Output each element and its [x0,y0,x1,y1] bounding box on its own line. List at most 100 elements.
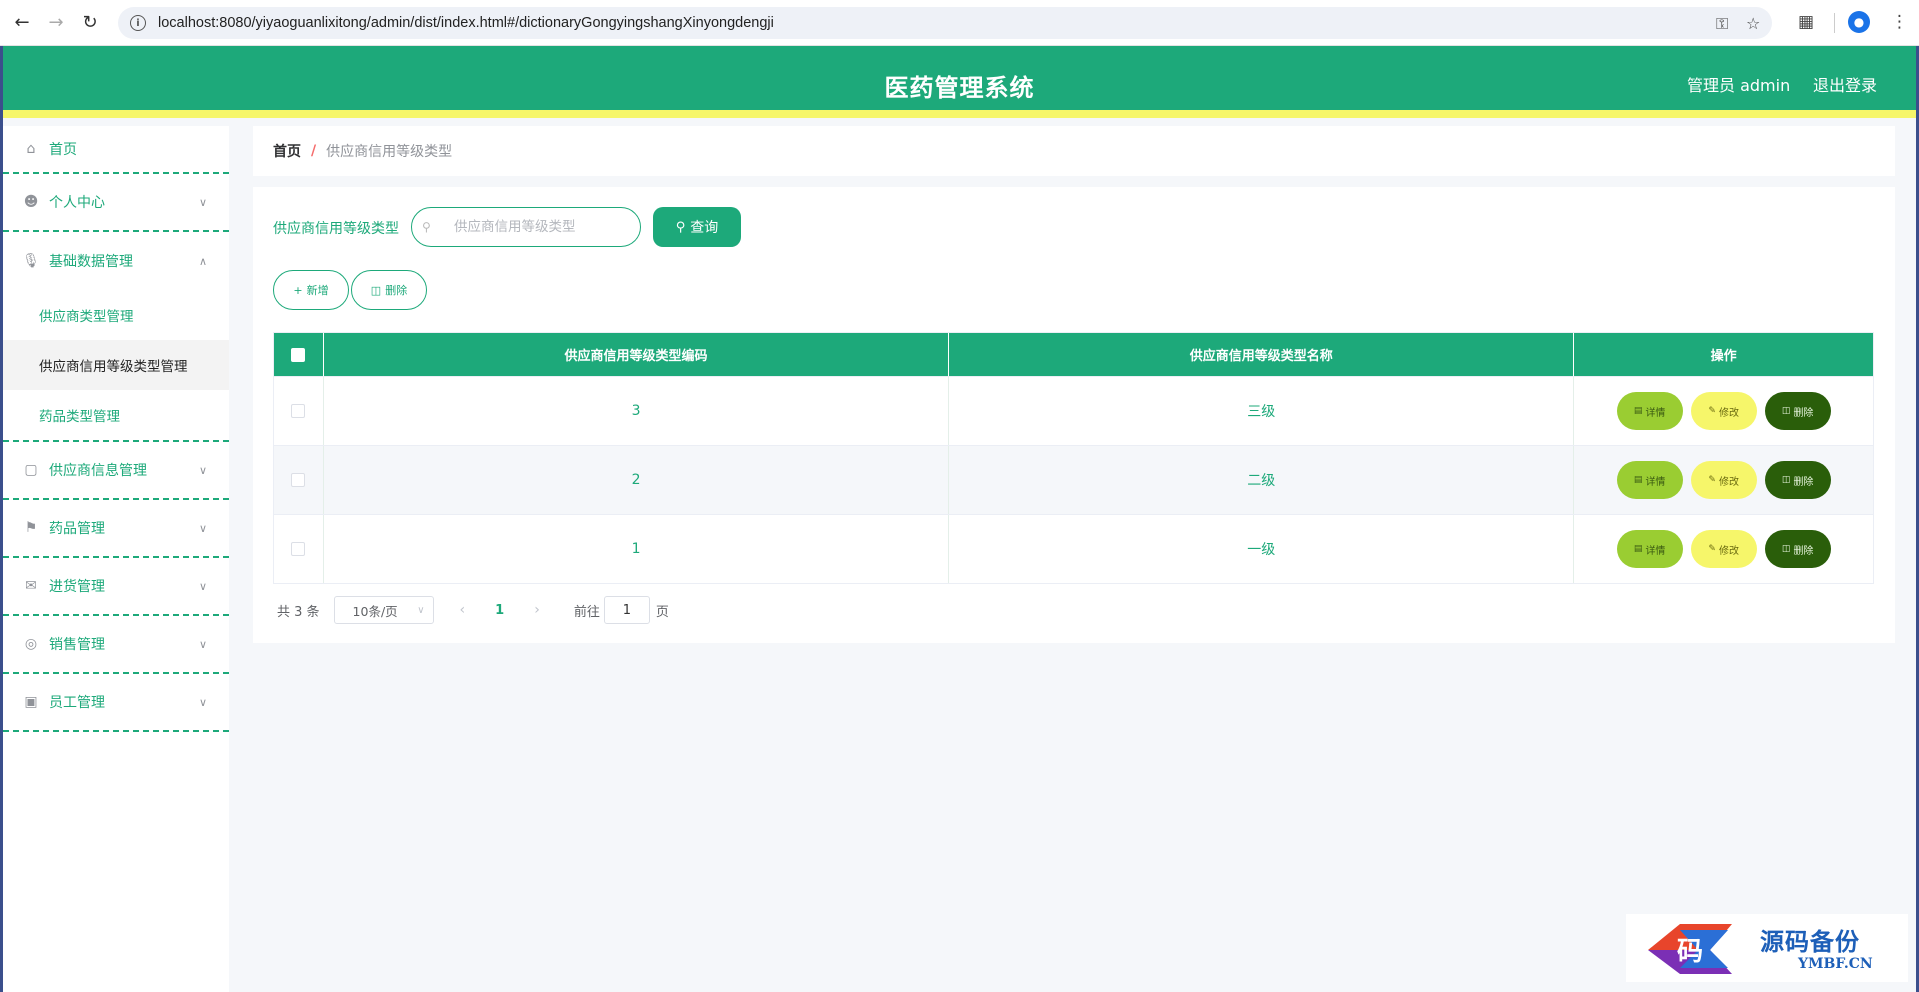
pencil-icon: ✎ [1708,544,1716,554]
cell-code: 3 [324,377,950,445]
row-checkbox[interactable] [291,542,306,556]
sidebar-item-basic-data[interactable]: 🎙 基础数据管理 ∧ [3,232,229,290]
search-icon: ⚲ [675,219,686,235]
breadcrumb-home[interactable]: 首页 [273,141,301,161]
pencil-icon: ✎ [1708,475,1716,485]
breadcrumb: 首页 / 供应商信用等级类型 [253,126,1895,176]
delete-button[interactable]: ◫ 删除 [1764,461,1831,499]
pencil-icon: ✎ [1708,406,1716,416]
chevron-down-icon: ∨ [198,579,207,593]
detail-button[interactable]: ▤ 详情 [1616,530,1683,568]
search-field[interactable]: ⚲ [411,207,641,247]
header-checkbox-cell [274,333,324,376]
address-bar[interactable]: i localhost:8080/yiyaoguanlixitong/admin… [118,7,1772,39]
edit-button[interactable]: ✎ 修改 [1690,392,1757,430]
page-size-select[interactable]: 10条/页 ∨ [333,596,434,624]
plus-icon: + [293,283,303,297]
browser-menu-icon[interactable]: ⋮ [1891,12,1908,32]
sidebar-item-label: 员工管理 [49,695,105,711]
data-table: 供应商信用等级类型编码 供应商信用等级类型名称 操作 3 三级 ▤ 详情 ✎ 修改 … [273,332,1874,584]
back-icon[interactable]: ← [10,11,34,35]
search-icon: ⚲ [422,220,431,234]
page-number-current[interactable]: 1 [495,603,504,618]
sidebar-item-supplier-info[interactable]: ▢ 供应商信息管理 ∨ [3,442,229,500]
sidebar-subitem-supplier-credit-level[interactable]: 供应商信用等级类型管理 [3,340,229,390]
row-checkbox-cell [274,515,324,583]
goto-page-input[interactable]: 1 [603,596,650,624]
app-header: 医药管理系统 管理员 admin 退出登录 [3,46,1916,118]
site-info-icon[interactable]: i [130,15,146,31]
add-button[interactable]: + 新增 [273,270,349,310]
row-checkbox[interactable] [291,473,306,487]
row-checkbox-cell [274,377,324,445]
sidebar-item-purchase[interactable]: ✉ 进货管理 ∨ [3,558,229,616]
app-title: 医药管理系统 [884,74,1035,102]
select-all-checkbox[interactable] [291,347,306,362]
extensions-icon[interactable]: ▦ [1798,12,1814,32]
batch-delete-button[interactable]: ◫ 删除 [351,270,427,310]
chevron-down-icon: ∨ [198,637,207,651]
add-button-label: 新增 [306,284,329,297]
detail-button[interactable]: ▤ 详情 [1616,461,1683,499]
edit-button[interactable]: ✎ 修改 [1690,461,1757,499]
toolbar-divider [1834,13,1835,33]
reload-icon[interactable]: ↻ [78,11,102,35]
url-text[interactable]: localhost:8080/yiyaoguanlixitong/admin/d… [158,15,774,31]
detail-button-label: 详情 [1645,476,1666,488]
flag-icon: ⚑ [24,520,38,536]
sidebar-item-drug[interactable]: ⚑ 药品管理 ∨ [3,500,229,558]
cell-name: 二级 [949,446,1575,514]
edit-button-label: 修改 [1718,476,1739,488]
sidebar-menu: ⌂ 首页 ☻ 个人中心 ∨ 🎙 基础数据管理 ∧ 供应商类型管理 供应商信用等级… [3,126,229,992]
cell-name: 三级 [949,377,1575,445]
bookmark-star-icon[interactable]: ☆ [1746,14,1760,33]
browser-toolbar: ← → ↻ i localhost:8080/yiyaoguanlixitong… [0,0,1919,46]
table-row: 3 三级 ▤ 详情 ✎ 修改 ◫ 删除 [274,376,1873,445]
watermark-text-cn: 源码备份 [1760,927,1860,956]
query-button-label: 查询 [690,220,719,236]
profile-avatar-icon[interactable]: ● [1848,11,1870,33]
delete-button[interactable]: ◫ 删除 [1764,530,1831,568]
cell-actions: ▤ 详情 ✎ 修改 ◫ 删除 [1574,377,1873,445]
cell-code: 1 [324,515,950,583]
query-button[interactable]: ⚲ 查询 [653,207,741,247]
search-label: 供应商信用等级类型 [273,221,399,237]
goto-label: 前往 [573,604,600,620]
page-size-value: 10条/页 [352,603,398,619]
delete-button[interactable]: ◫ 删除 [1764,392,1831,430]
edit-button[interactable]: ✎ 修改 [1690,530,1757,568]
lifebuoy-icon: ◎ [24,636,38,652]
forward-icon[interactable]: → [44,11,68,35]
sidebar-subitem-supplier-type[interactable]: 供应商类型管理 [3,290,229,340]
trash-icon: ◫ [1781,475,1791,485]
table-row: 2 二级 ▤ 详情 ✎ 修改 ◫ 删除 [274,445,1873,514]
row-checkbox[interactable] [291,404,306,418]
sidebar-item-sales[interactable]: ◎ 销售管理 ∨ [3,616,229,674]
cell-name: 一级 [949,515,1575,583]
column-header-actions: 操作 [1710,349,1737,364]
logout-link[interactable]: 退出登录 [1813,72,1877,96]
main-panel: 供应商信用等级类型 ⚲ ⚲ 查询 + 新增 ◫ 删除 供应商信用等级类型编码 供… [253,187,1895,643]
password-key-icon[interactable]: ⚿ [1716,14,1728,34]
sidebar-subitem-drug-type[interactable]: 药品类型管理 [3,390,229,440]
chevron-down-icon: ∨ [198,195,207,209]
column-header-name: 供应商信用等级类型名称 [949,333,1575,376]
prev-page-icon[interactable]: ‹ [460,602,466,618]
sidebar-item-home[interactable]: ⌂ 首页 [3,126,229,174]
cell-actions: ▤ 详情 ✎ 修改 ◫ 删除 [1574,515,1873,583]
cell-code: 2 [324,446,950,514]
search-input[interactable] [454,219,634,235]
next-page-icon[interactable]: › [534,602,540,618]
sidebar-item-label: 供应商信息管理 [49,463,147,479]
table-header: 供应商信用等级类型编码 供应商信用等级类型名称 操作 [274,333,1873,376]
current-user-label: 管理员 admin [1687,76,1791,95]
microphone-icon: 🎙 [22,253,40,269]
sidebar-item-label: 基础数据管理 [49,254,133,270]
sidebar-item-personal-center[interactable]: ☻ 个人中心 ∨ [3,174,229,232]
suitcase-icon: ▣ [24,694,38,710]
sidebar-item-staff[interactable]: ▣ 员工管理 ∨ [3,674,229,732]
sidebar-item-label: 进货管理 [49,579,105,595]
trash-icon: ◫ [370,283,382,297]
trash-icon: ◫ [1781,544,1791,554]
detail-button[interactable]: ▤ 详情 [1616,392,1683,430]
